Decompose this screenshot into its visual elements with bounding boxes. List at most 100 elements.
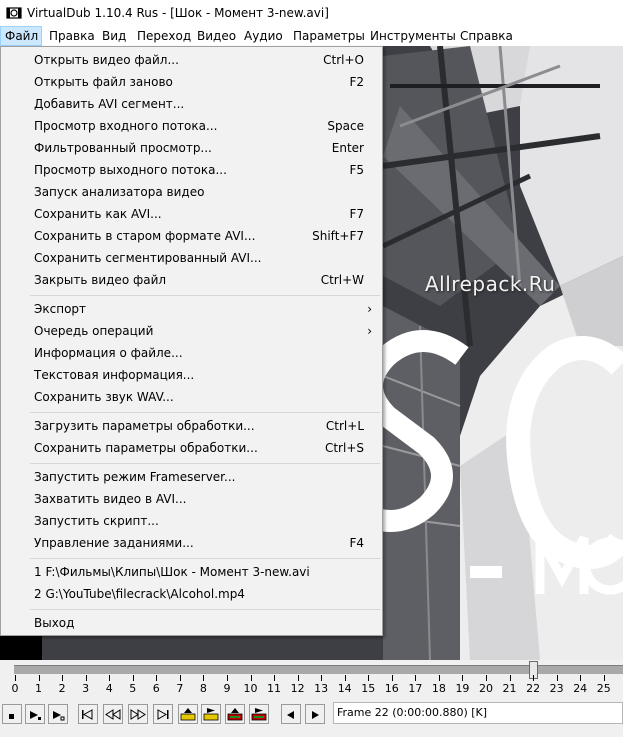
timeline-tick — [321, 675, 323, 681]
prev-keyframe-button[interactable] — [178, 704, 198, 724]
menu-item-text-info[interactable]: Текстовая информация... — [1, 365, 382, 386]
menu-item-preview-output[interactable]: Просмотр выходного потока... F5 — [1, 160, 382, 181]
menu-separator — [30, 463, 380, 464]
timeline-tick-label: 6 — [152, 682, 160, 695]
title-bar: VirtualDub 1.10.4 Rus - [Шок - Момент 3-… — [0, 0, 623, 26]
timeline-tick — [297, 675, 299, 681]
timeline-tick-label: 11 — [267, 682, 282, 695]
timeline-tick — [274, 675, 276, 681]
menu-item-save-settings[interactable]: Сохранить параметры обработки... Ctrl+S — [1, 438, 382, 459]
timeline-tick — [462, 675, 464, 681]
menu-separator — [30, 609, 380, 610]
menu-edit[interactable]: Правка — [45, 26, 99, 46]
menu-separator — [30, 558, 380, 559]
play-input-button[interactable] — [25, 704, 45, 724]
menu-go[interactable]: Переход — [133, 26, 195, 46]
next-scene-button[interactable] — [249, 704, 269, 724]
menu-options[interactable]: Параметры — [289, 26, 369, 46]
menu-item-exit[interactable]: Выход — [1, 613, 382, 634]
menu-bar: Файл Правка Вид Переход Видео Аудио Пара… — [0, 26, 623, 46]
timeline-tick — [179, 675, 181, 681]
menu-item-file-info[interactable]: Информация о файле... — [1, 343, 382, 364]
mark-out-button[interactable] — [305, 704, 325, 724]
menu-audio[interactable]: Аудио — [240, 26, 287, 46]
menu-tools[interactable]: Инструменты — [366, 26, 460, 46]
timeline: 0 1 2 3 4 5 6 7 8 9 10 11 12 13 14 15 16 17 18 19 20 21 22 23 24… — [0, 660, 623, 702]
menu-item-recent-file-1[interactable]: 1 F:\Фильмы\Клипы\Шок - Момент 3-new.avi — [1, 562, 382, 583]
timeline-tick — [38, 675, 40, 681]
menu-item-preview-filtered[interactable]: Фильтрованный просмотр... Enter — [1, 138, 382, 159]
step-back-icon — [105, 709, 121, 720]
prev-scene-button[interactable] — [225, 704, 245, 724]
menu-item-save-old-avi[interactable]: Сохранить в старом формате AVI... Shift+… — [1, 226, 382, 247]
stop-button[interactable] — [2, 704, 22, 724]
play-output-button[interactable] — [48, 704, 68, 724]
skip-to-end-icon — [157, 709, 169, 720]
menu-item-capture-avi[interactable]: Захватить видео в AVI... — [1, 489, 382, 510]
timeline-tick-label: 13 — [314, 682, 329, 695]
timeline-tick-label: 23 — [549, 682, 564, 695]
menu-item-export[interactable]: Экспорт › — [1, 299, 382, 320]
timeline-tick — [62, 675, 64, 681]
menu-item-job-queue[interactable]: Очередь операций › — [1, 321, 382, 342]
timeline-tick-label: 2 — [58, 682, 66, 695]
mark-in-icon — [287, 711, 294, 719]
timeline-tick — [391, 675, 393, 681]
timeline-tick — [438, 675, 440, 681]
timeline-tick — [344, 675, 346, 681]
menu-video[interactable]: Видео — [193, 26, 240, 46]
timeline-tick-label: 5 — [129, 682, 137, 695]
next-frame-button[interactable] — [128, 704, 148, 724]
play-output-icon — [53, 711, 65, 721]
menu-item-append-segment[interactable]: Добавить AVI сегмент... — [1, 94, 382, 115]
menu-item-save-wav[interactable]: Сохранить звук WAV... — [1, 387, 382, 408]
menu-item-frameserver[interactable]: Запустить режим Frameserver... — [1, 467, 382, 488]
window-title: VirtualDub 1.10.4 Rus - [Шок - Момент 3-… — [27, 6, 329, 20]
mark-out-icon — [312, 711, 319, 719]
scene-back-icon — [227, 708, 243, 721]
go-to-start-button[interactable] — [78, 704, 98, 724]
stop-icon — [9, 714, 14, 719]
timeline-tick-label: 3 — [82, 682, 90, 695]
menu-item-save-avi[interactable]: Сохранить как AVI... F7 — [1, 204, 382, 225]
skip-to-start-icon — [82, 709, 93, 720]
timeline-tick-label: 4 — [105, 682, 113, 695]
frame-status-panel: Frame 22 (0:00:00.880) [K] — [333, 702, 623, 724]
previous-frame-button[interactable] — [103, 704, 123, 724]
timeline-tick — [156, 675, 158, 681]
menu-view[interactable]: Вид — [98, 26, 130, 46]
next-keyframe-button[interactable] — [201, 704, 221, 724]
timeline-tick-label: 20 — [479, 682, 493, 695]
menu-file[interactable]: Файл — [0, 26, 42, 46]
virtualdub-app-icon[interactable] — [6, 5, 22, 21]
timeline-tick-label: 12 — [290, 682, 305, 695]
play-input-icon — [30, 711, 41, 720]
watermark-text: Allrepack.Ru — [425, 272, 556, 296]
scene-forward-icon — [251, 708, 267, 721]
mark-in-button[interactable] — [281, 704, 301, 724]
menu-item-reopen[interactable]: Открыть файл заново F2 — [1, 72, 382, 93]
menu-item-load-settings[interactable]: Загрузить параметры обработки... Ctrl+L — [1, 416, 382, 437]
menu-item-job-control[interactable]: Управление заданиями... F4 — [1, 533, 382, 554]
menu-item-close-video[interactable]: Закрыть видео файл Ctrl+W — [1, 270, 382, 291]
submenu-arrow-icon: › — [367, 302, 372, 316]
menu-item-preview-input[interactable]: Просмотр входного потока... Space — [1, 116, 382, 137]
timeline-tick-label: 1 — [35, 682, 43, 695]
key-forward-icon — [203, 708, 219, 721]
menu-item-open-video[interactable]: Открыть видео файл... Ctrl+O — [1, 50, 382, 71]
timeline-tick-label: 19 — [455, 682, 470, 695]
menu-help[interactable]: Справка — [456, 26, 517, 46]
menu-item-run-analysis[interactable]: Запуск анализатора видео — [1, 182, 382, 203]
timeline-tick-label: 8 — [199, 682, 207, 695]
file-menu-dropdown: Открыть видео файл... Ctrl+O Открыть фай… — [0, 46, 383, 636]
go-to-end-button[interactable] — [153, 704, 173, 724]
timeline-tick — [533, 675, 535, 681]
frame-status-text: Frame 22 (0:00:00.880) [K] — [337, 706, 488, 719]
menu-item-run-script[interactable]: Запустить скрипт... — [1, 511, 382, 532]
menu-item-recent-file-2[interactable]: 2 G:\YouTube\filecrack\Alcohol.mp4 — [1, 584, 382, 605]
timeline-tick — [415, 675, 417, 681]
timeline-tick — [580, 675, 582, 681]
timeline-tick-label: 9 — [223, 682, 231, 695]
menu-item-save-segmented[interactable]: Сохранить сегментированный AVI... — [1, 248, 382, 269]
key-back-icon — [180, 708, 196, 721]
